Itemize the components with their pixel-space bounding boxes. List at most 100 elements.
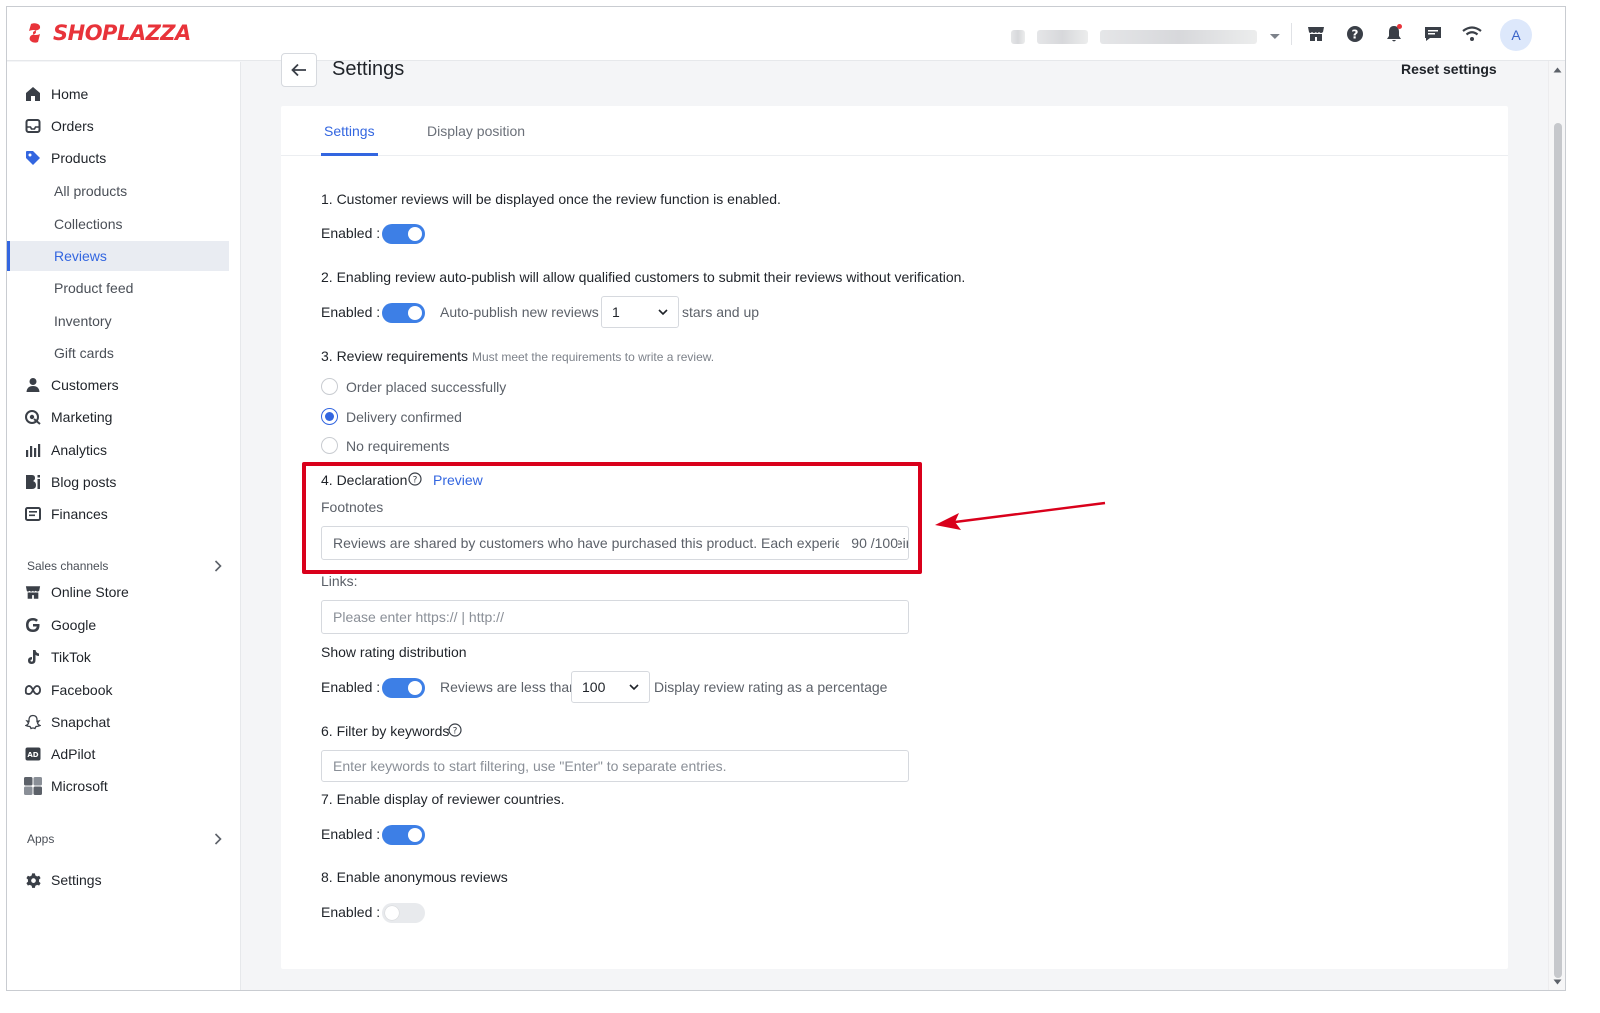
inbox-icon: [24, 117, 42, 135]
page-title: Settings: [332, 58, 405, 80]
wifi-icon[interactable]: [1459, 21, 1485, 47]
keywords-input[interactable]: Enter keywords to start filtering, use "…: [321, 750, 909, 782]
sidebar-item-google[interactable]: Google: [7, 610, 229, 640]
review-function-toggle[interactable]: [382, 224, 425, 244]
store-name-blurred: [1036, 30, 1088, 44]
reviewer-countries-toggle[interactable]: [382, 825, 425, 845]
radio-no-requirements[interactable]: [321, 437, 338, 454]
gear-icon: [24, 871, 42, 889]
sidebar-item-label: Google: [51, 617, 97, 633]
store-icon: [24, 583, 42, 601]
sidebar-item-finances[interactable]: Finances: [7, 499, 229, 529]
enabled-label: Enabled :: [321, 904, 381, 920]
sidebar-item-label: Finances: [51, 506, 108, 522]
sidebar-sub-reviews[interactable]: Reviews: [7, 241, 229, 271]
sidebar-sub-all-products[interactable]: All products: [7, 176, 229, 206]
tab-display-position[interactable]: Display position: [427, 123, 525, 139]
rating-distribution-toggle[interactable]: [382, 678, 425, 698]
section-label: Apps: [27, 832, 55, 846]
svg-text:AD: AD: [27, 751, 38, 759]
sidebar-item-online-store[interactable]: Online Store: [7, 577, 229, 607]
select-value: 1: [612, 304, 620, 320]
sales-channels-section[interactable]: Sales channels: [27, 556, 222, 576]
logo[interactable]: SHOPLAZZA: [25, 21, 191, 45]
auto-publish-label: Auto-publish new reviews: [440, 304, 599, 320]
sidebar-item-snapchat[interactable]: Snapchat: [7, 707, 229, 737]
ad-icon: AD: [24, 745, 42, 763]
scrollbar-thumb[interactable]: [1554, 123, 1562, 978]
sidebar-item-label: Products: [51, 150, 107, 166]
radio-label: Delivery confirmed: [346, 409, 462, 425]
chevron-right-icon: [214, 560, 222, 572]
sidebar-item-label: Marketing: [51, 409, 113, 425]
section-2-description: 2. Enabling review auto-publish will all…: [321, 269, 966, 285]
links-input[interactable]: Please enter https:// | http://: [321, 600, 909, 634]
sidebar-item-facebook[interactable]: Facebook: [7, 675, 229, 705]
help-icon[interactable]: ?: [1342, 21, 1368, 47]
sidebar-item-customers[interactable]: Customers: [7, 370, 229, 400]
store-switcher[interactable]: [1011, 27, 1281, 47]
sidebar-item-label: Snapchat: [51, 714, 111, 730]
top-bar: SHOPLAZZA ? A: [7, 7, 1565, 61]
apps-section[interactable]: Apps: [27, 829, 222, 849]
store-icon[interactable]: [1303, 21, 1329, 47]
help-circle-icon[interactable]: ?: [448, 723, 462, 737]
radio-label: No requirements: [346, 438, 450, 454]
reset-settings-button[interactable]: Reset settings: [1401, 61, 1497, 77]
chevron-down-icon: [629, 683, 639, 690]
anonymous-reviews-toggle[interactable]: [382, 903, 425, 923]
back-button[interactable]: [281, 53, 317, 87]
sidebar-item-label: Blog posts: [51, 474, 117, 490]
sidebar-item-products[interactable]: Products: [7, 143, 229, 173]
google-icon: [24, 616, 42, 634]
sidebar-sub-inventory[interactable]: Inventory: [7, 306, 229, 336]
sidebar-item-marketing[interactable]: Marketing: [7, 402, 229, 432]
store-url-blurred: [1099, 30, 1258, 44]
sidebar: Home Orders Products All products Collec…: [7, 62, 241, 990]
sidebar-item-tiktok[interactable]: TikTok: [7, 642, 229, 672]
tag-icon: [24, 149, 42, 167]
brand-name: SHOPLAZZA: [53, 21, 191, 45]
bell-icon[interactable]: [1381, 21, 1407, 47]
scrollbar[interactable]: [1548, 61, 1565, 990]
section-8-title: 8. Enable anonymous reviews: [321, 869, 508, 885]
avatar[interactable]: A: [1500, 19, 1532, 51]
sidebar-item-label: Home: [51, 86, 89, 102]
review-threshold-select[interactable]: 100: [571, 671, 650, 703]
min-stars-select[interactable]: 1: [601, 296, 679, 328]
sidebar-item-label: Customers: [51, 377, 119, 393]
sidebar-item-home[interactable]: Home: [7, 79, 229, 109]
stars-suffix: stars and up: [682, 304, 760, 320]
radio-label: Order placed successfully: [346, 379, 507, 395]
tab-settings[interactable]: Settings: [324, 123, 375, 139]
rating-distribution-title: Show rating distribution: [321, 644, 467, 660]
radio-delivery-confirmed[interactable]: [321, 408, 338, 425]
chevron-down-icon: [658, 308, 668, 315]
radio-order-placed[interactable]: [321, 378, 338, 395]
sidebar-sub-gift-cards[interactable]: Gift cards: [7, 338, 229, 368]
sidebar-item-microsoft[interactable]: Microsoft: [7, 771, 229, 801]
meta-icon: [24, 681, 42, 699]
svg-text:?: ?: [1352, 28, 1359, 42]
enabled-label: Enabled :: [321, 679, 381, 695]
scroll-down-icon[interactable]: [1553, 979, 1562, 985]
sidebar-item-settings[interactable]: Settings: [7, 865, 229, 895]
annotation-highlight-box: [302, 462, 922, 574]
svg-text:?: ?: [453, 727, 458, 737]
browser-frame: SHOPLAZZA ? A Home Orders Products All p…: [6, 6, 1566, 991]
auto-publish-toggle[interactable]: [382, 303, 425, 323]
shoplazza-logo-icon: [29, 23, 41, 43]
sidebar-item-adpilot[interactable]: AD AdPilot: [7, 739, 229, 769]
section-7-title: 7. Enable display of reviewer countries.: [321, 791, 565, 807]
sidebar-sub-collections[interactable]: Collections: [7, 209, 229, 239]
sidebar-item-label: Orders: [51, 118, 94, 134]
percentage-label: Display review rating as a percentage: [654, 679, 888, 695]
sidebar-item-analytics[interactable]: Analytics: [7, 435, 229, 465]
wallet-icon: [24, 505, 42, 523]
sidebar-sub-product-feed[interactable]: Product feed: [7, 273, 229, 303]
sidebar-item-orders[interactable]: Orders: [7, 111, 229, 141]
scroll-up-icon[interactable]: [1553, 67, 1562, 73]
sidebar-item-blog-posts[interactable]: Blog posts: [7, 467, 229, 497]
message-icon[interactable]: [1420, 21, 1446, 47]
annotation-arrow-icon: [935, 501, 1106, 530]
